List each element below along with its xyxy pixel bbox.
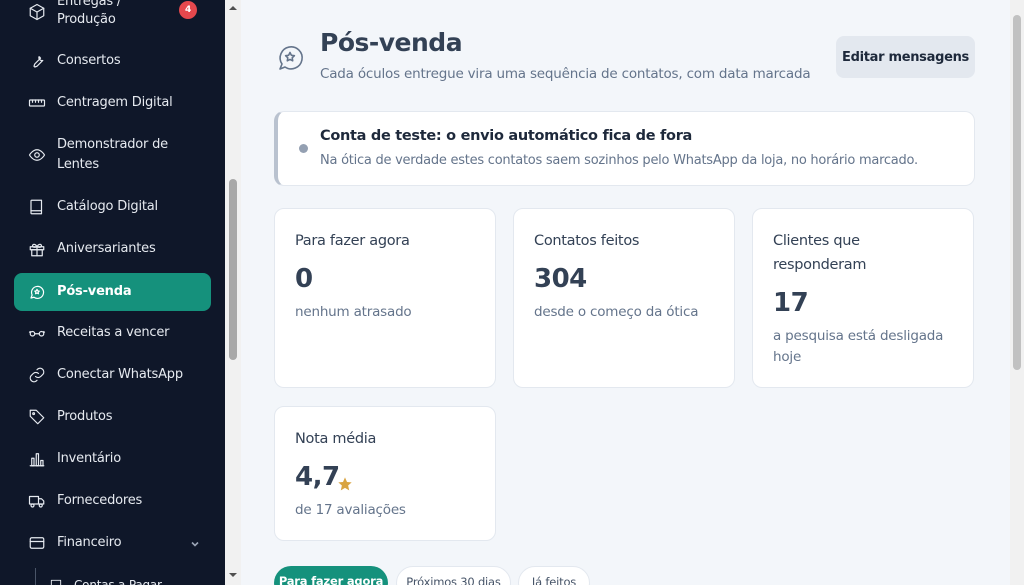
wallet-icon [27,533,47,553]
ruler-icon [27,93,47,113]
scroll-up-arrow-icon[interactable] [228,4,238,12]
notice-text: Na ótica de verdade estes contatos saem … [320,153,918,168]
stat-card-rating: Nota média 4,7 de 17 avaliações [274,406,496,541]
sidebar-item-label: Inventário [57,451,121,466]
notice-title: Conta de teste: o envio automático fica … [320,128,693,144]
sidebar-item-centragem[interactable]: Centragem Digital [14,92,211,114]
stat-card-to-do: Para fazer agora 0 nenhum atrasado [274,208,496,388]
sidebar-item-label: Contas a Pagar [74,578,162,585]
message-star-icon [275,43,305,73]
tab-next-30-days[interactable]: Próximos 30 dias [396,566,511,585]
page-subtitle: Cada óculos entregue vira uma sequência … [320,66,811,82]
stat-value: 304 [534,264,587,294]
page-scrollbar-thumb[interactable] [1013,15,1021,370]
tab-to-do-now[interactable]: Para fazer agora [274,566,388,585]
stat-note: a pesquisa está desligada hoje [773,328,944,365]
stat-value: 0 [295,264,313,294]
stat-note: nenhum atrasado [295,304,412,320]
tag-icon [27,407,47,427]
gift-icon [27,239,47,259]
tab-done[interactable]: Já feitos [518,566,590,585]
stat-label: Nota média [295,431,377,447]
sidebar-item-label: Centragem Digital [57,95,173,110]
sidebar: Entregas / Produção 4 Consertos Centrage… [0,0,225,585]
sidebar-item-inventario[interactable]: Inventário [14,448,211,470]
sidebar-item-whatsapp[interactable]: Conectar WhatsApp [14,364,211,386]
sidebar-item-produtos[interactable]: Produtos [14,406,211,428]
stat-value: 17 [773,288,809,318]
eye-icon [27,145,47,165]
sidebar-item-receitas[interactable]: Receitas a vencer [14,322,211,344]
truck-icon [27,491,47,511]
notification-badge: 4 [179,1,197,19]
message-star-icon [27,282,47,302]
sidebar-item-label: Pós-venda [57,284,132,299]
stat-note: de 17 avaliações [295,502,406,518]
sidebar-item-label: Aniversariantes [57,241,156,256]
sidebar-scrollbar-thumb[interactable] [229,179,237,360]
sidebar-item-consertos[interactable]: Consertos [14,50,211,72]
link-icon [27,365,47,385]
wrench-icon [27,51,47,71]
star-icon [337,476,353,492]
sidebar-item-label: Produtos [57,409,113,424]
sidebar-item-financeiro[interactable]: Financeiro [14,532,211,554]
package-icon [27,2,47,22]
test-account-notice: Conta de teste: o envio automático fica … [274,111,975,186]
sidebar-item-pos-venda[interactable]: Pós-venda [14,273,211,311]
stat-value: 4,7 [295,462,340,492]
sidebar-item-label: Demonstrador de [57,137,168,152]
book-icon [27,197,47,217]
scroll-down-arrow-icon[interactable] [228,571,238,579]
sidebar-item-label: Conectar WhatsApp [57,367,183,382]
sidebar-subitem-contas-pagar[interactable]: Contas a Pagar [36,574,225,585]
stat-card-contacts: Contatos feitos 304 desde o começo da ót… [513,208,735,388]
stat-card-responded: Clientes que responderam 17 a pesquisa e… [752,208,974,388]
sidebar-item-label: Financeiro [57,535,122,550]
chevron-down-icon[interactable] [190,538,200,548]
page-title: Pós-venda [320,28,463,57]
stat-label: Clientes que responderam [773,233,867,273]
sidebar-item-aniversariantes[interactable]: Aniversariantes [14,238,211,260]
sidebar-item-label: Fornecedores [57,493,143,508]
sidebar-item-demonstrador[interactable]: Demonstrador de Lentes [14,134,211,176]
sidebar-item-label: Produção [57,12,116,27]
stat-label: Contatos feitos [534,233,640,249]
sidebar-item-fornecedores[interactable]: Fornecedores [14,490,211,512]
sidebar-item-entregas[interactable]: Entregas / Produção 4 [14,0,211,36]
edit-messages-button[interactable]: Editar mensagens [836,36,975,78]
bar-chart-icon [27,449,47,469]
stat-note: desde o começo da ótica [534,304,699,320]
status-dot [299,144,308,153]
glasses-icon [27,323,47,343]
sidebar-item-label: Lentes [57,157,99,172]
sidebar-item-label: Consertos [57,53,121,68]
sidebar-item-label: Catálogo Digital [57,199,158,214]
receipt-icon [48,575,64,585]
stat-label: Para fazer agora [295,233,410,249]
sidebar-item-catalogo[interactable]: Catálogo Digital [14,196,211,218]
sidebar-item-label: Receitas a vencer [57,325,170,340]
